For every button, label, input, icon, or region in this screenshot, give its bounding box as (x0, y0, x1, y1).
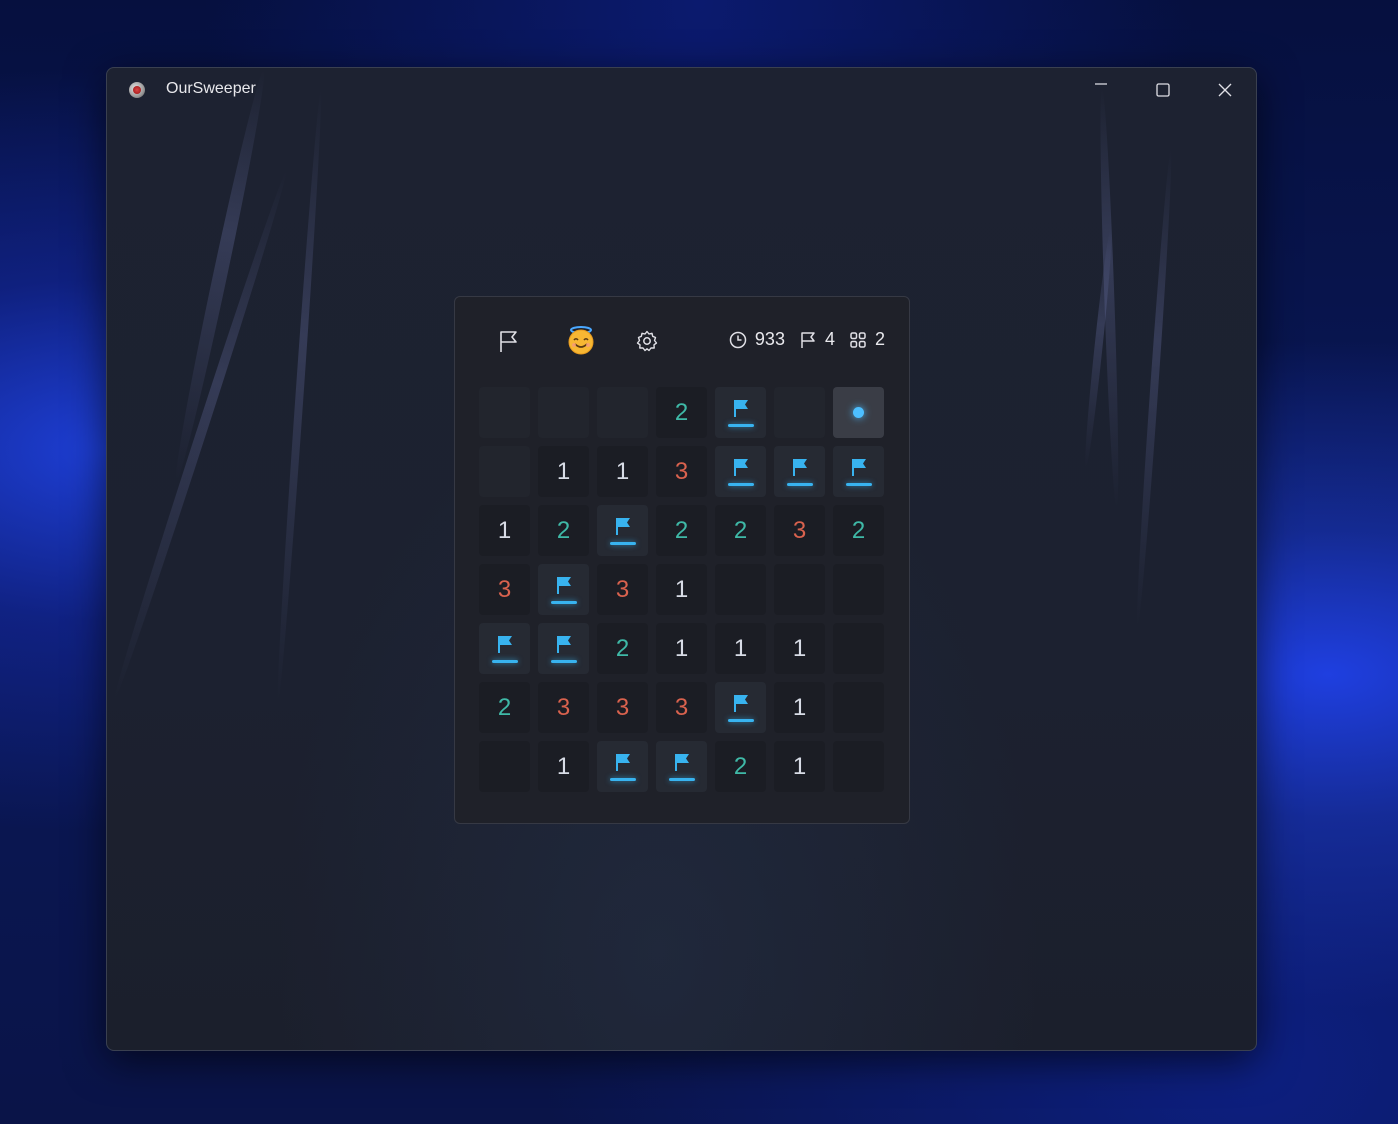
number-cell[interactable]: 1 (774, 741, 825, 792)
gear-icon (636, 330, 658, 352)
number-cell[interactable]: 3 (656, 446, 707, 497)
number-cell[interactable]: 3 (656, 682, 707, 733)
window-title: OurSweeper (166, 80, 256, 97)
number-cell[interactable]: 3 (774, 505, 825, 556)
number-cell[interactable]: 3 (538, 682, 589, 733)
number-cell[interactable]: 1 (538, 741, 589, 792)
game-stats: 933 4 2 (721, 329, 885, 350)
flag-icon (727, 398, 754, 427)
minimize-icon (1095, 83, 1107, 85)
number-cell[interactable]: 2 (479, 682, 530, 733)
unrevealed-cell[interactable] (538, 387, 589, 438)
empty-cell[interactable] (479, 741, 530, 792)
flag-icon (491, 634, 518, 663)
flag-outline-icon (801, 331, 815, 348)
close-icon (1218, 83, 1232, 97)
flag-icon (668, 752, 695, 781)
players-count: 2 (874, 329, 885, 349)
cursor-dot-icon (853, 407, 864, 418)
grid-icon (850, 331, 866, 348)
flags-count: 4 (824, 329, 835, 349)
unrevealed-cell[interactable] (597, 387, 648, 438)
flag-icon (727, 693, 754, 722)
empty-cell[interactable] (833, 741, 884, 792)
number-cell[interactable]: 1 (479, 505, 530, 556)
number-cell[interactable]: 2 (656, 505, 707, 556)
number-cell[interactable]: 1 (656, 623, 707, 674)
flag-icon (786, 457, 813, 486)
background-streak (108, 168, 292, 704)
game-toolbar: 933 4 2 (455, 297, 909, 383)
empty-cell[interactable] (833, 682, 884, 733)
app-window: OurSweeper 933 4 2 2 1 1 3 1 2 2 2 3 2 3… (106, 67, 1257, 1051)
unrevealed-cell[interactable] (479, 446, 530, 497)
game-panel: 933 4 2 2113122232331211123331121 (454, 296, 910, 824)
flagged-cell[interactable] (715, 446, 766, 497)
number-cell[interactable]: 3 (479, 564, 530, 615)
flagged-cell[interactable] (715, 387, 766, 438)
close-button[interactable] (1195, 68, 1255, 112)
minefield-grid: 2113122232331211123331121 (479, 387, 884, 792)
number-cell[interactable]: 3 (597, 682, 648, 733)
empty-cell[interactable] (833, 623, 884, 674)
app-mine-icon (129, 82, 145, 98)
number-cell[interactable]: 2 (656, 387, 707, 438)
number-cell[interactable]: 1 (715, 623, 766, 674)
flag-icon (550, 634, 577, 663)
empty-cell[interactable] (715, 564, 766, 615)
number-cell[interactable]: 2 (833, 505, 884, 556)
flagged-cell[interactable] (538, 564, 589, 615)
flagged-cell[interactable] (597, 505, 648, 556)
unrevealed-cell[interactable] (774, 387, 825, 438)
number-cell[interactable]: 2 (597, 623, 648, 674)
flagged-cell[interactable] (833, 446, 884, 497)
title-bar[interactable]: OurSweeper (107, 68, 1256, 114)
flagged-cell[interactable] (597, 741, 648, 792)
clock-icon (729, 331, 747, 348)
flag-icon (727, 457, 754, 486)
unrevealed-cell[interactable] (479, 387, 530, 438)
flagged-cell[interactable] (715, 682, 766, 733)
number-cell[interactable]: 2 (715, 741, 766, 792)
players-counter: 2 (849, 329, 885, 350)
minimize-button[interactable] (1071, 68, 1131, 112)
flag-mode-button[interactable] (498, 330, 520, 359)
flagged-cell[interactable] (656, 741, 707, 792)
number-cell[interactable]: 2 (715, 505, 766, 556)
number-cell[interactable]: 1 (656, 564, 707, 615)
number-cell[interactable]: 1 (774, 682, 825, 733)
empty-cell[interactable] (774, 564, 825, 615)
number-cell[interactable]: 1 (538, 446, 589, 497)
empty-cell[interactable] (833, 564, 884, 615)
new-game-face-button[interactable] (566, 325, 596, 355)
flagged-cell[interactable] (479, 623, 530, 674)
flagged-cell[interactable] (774, 446, 825, 497)
flagged-cell[interactable] (538, 623, 589, 674)
flag-icon (609, 516, 636, 545)
maximize-button[interactable] (1133, 68, 1193, 112)
flag-icon (550, 575, 577, 604)
settings-button[interactable] (636, 330, 658, 357)
selected-cell[interactable] (833, 387, 884, 438)
background-streak (1133, 148, 1175, 628)
number-cell[interactable]: 1 (774, 623, 825, 674)
angel-face-emoji-icon (568, 326, 594, 355)
maximize-icon (1156, 83, 1170, 97)
number-cell[interactable]: 2 (538, 505, 589, 556)
flag-icon (845, 457, 872, 486)
timer: 933 (729, 329, 785, 350)
flags-counter: 4 (799, 329, 835, 350)
number-cell[interactable]: 3 (597, 564, 648, 615)
flag-icon (500, 331, 517, 352)
flag-icon (609, 752, 636, 781)
number-cell[interactable]: 1 (597, 446, 648, 497)
timer-value: 933 (754, 329, 785, 349)
